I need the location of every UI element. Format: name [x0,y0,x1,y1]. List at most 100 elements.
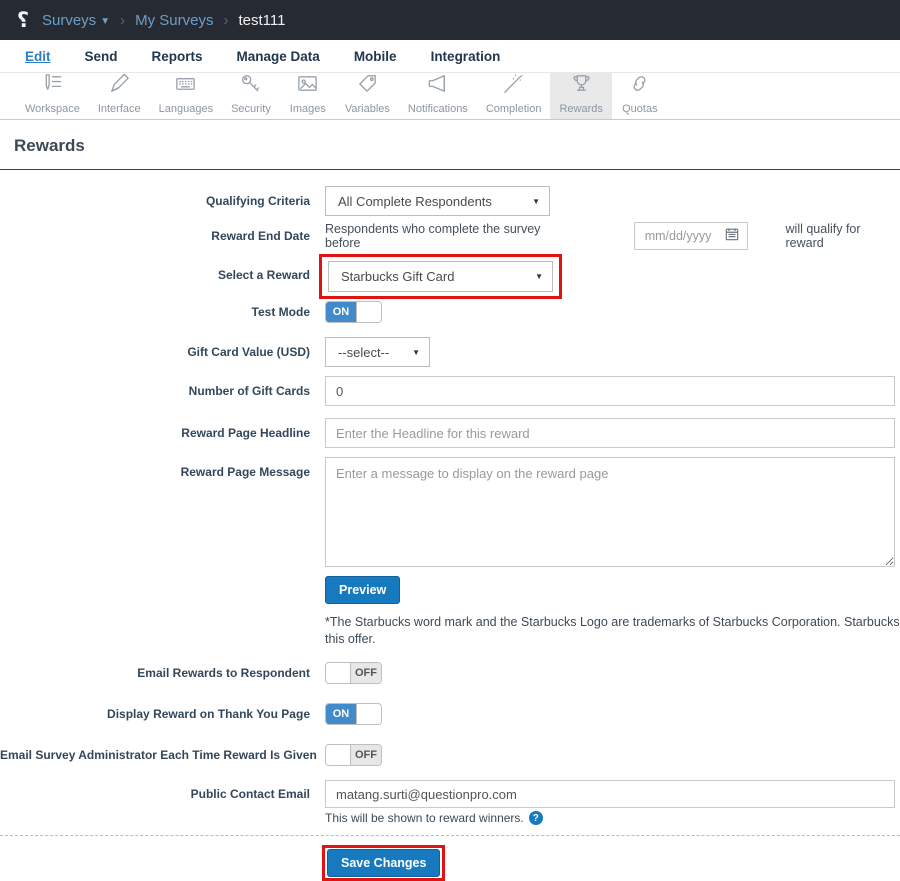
breadcrumb-surveys[interactable]: Surveys ▼ [42,12,110,29]
toggle-state-label: ON [326,704,356,724]
reward-page-message-row: Reward Page Message [0,457,900,567]
number-of-gift-cards-input[interactable] [325,376,895,406]
reward-page-headline-label: Reward Page Headline [0,426,310,440]
preview-row: Preview [325,576,900,604]
help-question-icon[interactable]: ? [529,811,543,825]
breadcrumb-survey-name[interactable]: test111 [238,12,285,29]
tab-send[interactable]: Send [85,49,118,64]
breadcrumb-surveys-label: Surveys [42,12,96,29]
gift-card-value-row: Gift Card Value (USD) --select-- ▼ [0,337,900,367]
trophy-icon [570,72,593,100]
pen-list-icon [41,72,64,100]
tag-icon [356,72,379,100]
email-rewards-row: Email Rewards to Respondent OFF [0,662,900,684]
toolbar-item-label: Variables [345,103,390,115]
test-mode-row: Test Mode ON [0,301,900,323]
toggle-knob [356,302,381,322]
highlight-box-select-reward: Starbucks Gift Card ▼ [319,254,562,299]
rewards-form: Qualifying Criteria All Complete Respond… [0,170,900,881]
reward-page-headline-input[interactable] [325,418,895,448]
email-admin-toggle[interactable]: OFF [325,744,382,766]
qualifying-criteria-select[interactable]: All Complete Respondents ▼ [325,186,550,216]
qualifying-criteria-row: Qualifying Criteria All Complete Respond… [0,186,900,216]
toolbar-item-workspace[interactable]: Workspace [16,72,89,119]
select-reward-row: Select a Reward Starbucks Gift Card ▼ [0,254,900,299]
date-placeholder: mm/dd/yyyy [645,229,712,243]
breadcrumb-separator: › [223,12,228,29]
reward-page-headline-row: Reward Page Headline [0,418,900,448]
save-changes-button[interactable]: Save Changes [327,849,440,877]
main-nav: Edit Send Reports Manage Data Mobile Int… [0,40,900,73]
public-contact-email-input[interactable] [325,780,895,808]
tab-mobile[interactable]: Mobile [354,49,397,64]
qualifying-criteria-value: All Complete Respondents [338,194,492,209]
highlight-box-save: Save Changes [322,845,445,881]
chevron-down-icon: ▼ [100,16,110,27]
reward-end-date-input[interactable]: mm/dd/yyyy [634,222,748,250]
toolbar-item-label: Quotas [622,103,657,115]
toolbar-item-label: Notifications [408,103,468,115]
toolbar-item-label: Images [290,103,326,115]
toolbar-item-quotas[interactable]: Quotas [612,72,668,119]
display-reward-toggle[interactable]: ON [325,703,382,725]
reward-end-date-suffix: will qualify for reward [786,222,900,250]
select-reward-select[interactable]: Starbucks Gift Card ▼ [328,261,553,292]
image-icon [296,72,319,100]
page-title: Rewards [14,136,900,156]
wand-icon [502,72,525,100]
toolbar-item-images[interactable]: Images [280,72,336,119]
test-mode-toggle[interactable]: ON [325,301,382,323]
toolbar-item-completion[interactable]: Completion [477,72,551,119]
toolbar-item-label: Security [231,103,271,115]
key-icon [239,72,262,100]
tab-edit[interactable]: Edit [25,49,51,64]
edit-toolbar: Workspace Interface Languages Security I… [0,73,900,120]
select-caret-icon: ▼ [412,348,420,357]
tab-reports[interactable]: Reports [152,49,203,64]
save-row: Save Changes [322,845,900,881]
display-reward-row: Display Reward on Thank You Page ON [0,703,900,725]
reward-end-date-row: Reward End Date Respondents who complete… [0,222,900,250]
chain-icon [628,72,651,100]
toggle-knob [326,663,351,683]
public-contact-email-row: Public Contact Email [0,780,900,808]
reward-end-date-label: Reward End Date [0,229,310,243]
calendar-icon[interactable] [725,227,739,246]
tab-manage-data[interactable]: Manage Data [237,49,320,64]
help-text: This will be shown to reward winners. [325,811,524,825]
email-rewards-toggle[interactable]: OFF [325,662,382,684]
display-reward-label: Display Reward on Thank You Page [0,707,310,721]
toolbar-item-rewards[interactable]: Rewards [550,72,611,119]
toolbar-item-label: Completion [486,103,542,115]
questionpro-logo-icon[interactable]: ? [14,8,32,32]
toggle-knob [326,745,351,765]
toolbar-item-interface[interactable]: Interface [89,72,150,119]
reward-end-date-prefix: Respondents who complete the survey befo… [325,222,574,250]
breadcrumb-separator: › [120,12,125,29]
toolbar-item-label: Workspace [25,103,80,115]
public-contact-email-label: Public Contact Email [0,787,310,801]
qualifying-criteria-label: Qualifying Criteria [0,194,310,208]
gift-card-value-select[interactable]: --select-- ▼ [325,337,430,367]
toolbar-item-security[interactable]: Security [222,72,280,119]
toolbar-item-languages[interactable]: Languages [150,72,222,119]
starbucks-disclaimer: *The Starbucks word mark and the Starbuc… [325,614,900,648]
preview-button[interactable]: Preview [325,576,400,604]
select-caret-icon: ▼ [535,272,543,281]
tab-integration[interactable]: Integration [431,49,501,64]
toolbar-item-notifications[interactable]: Notifications [399,72,477,119]
reward-page-message-textarea[interactable] [325,457,895,567]
breadcrumb-my-surveys[interactable]: My Surveys [135,12,213,29]
toolbar-item-variables[interactable]: Variables [336,72,399,119]
gift-card-value-value: --select-- [338,345,389,360]
email-rewards-label: Email Rewards to Respondent [0,666,310,680]
reward-page-message-label: Reward Page Message [0,457,310,479]
toggle-knob [356,704,381,724]
select-reward-value: Starbucks Gift Card [341,269,454,284]
toggle-state-label: ON [326,302,356,322]
email-admin-row: Email Survey Administrator Each Time Rew… [0,744,900,766]
keyboard-icon [174,72,197,100]
gift-card-value-label: Gift Card Value (USD) [0,345,310,359]
megaphone-icon [426,72,449,100]
dashed-divider [0,835,900,836]
